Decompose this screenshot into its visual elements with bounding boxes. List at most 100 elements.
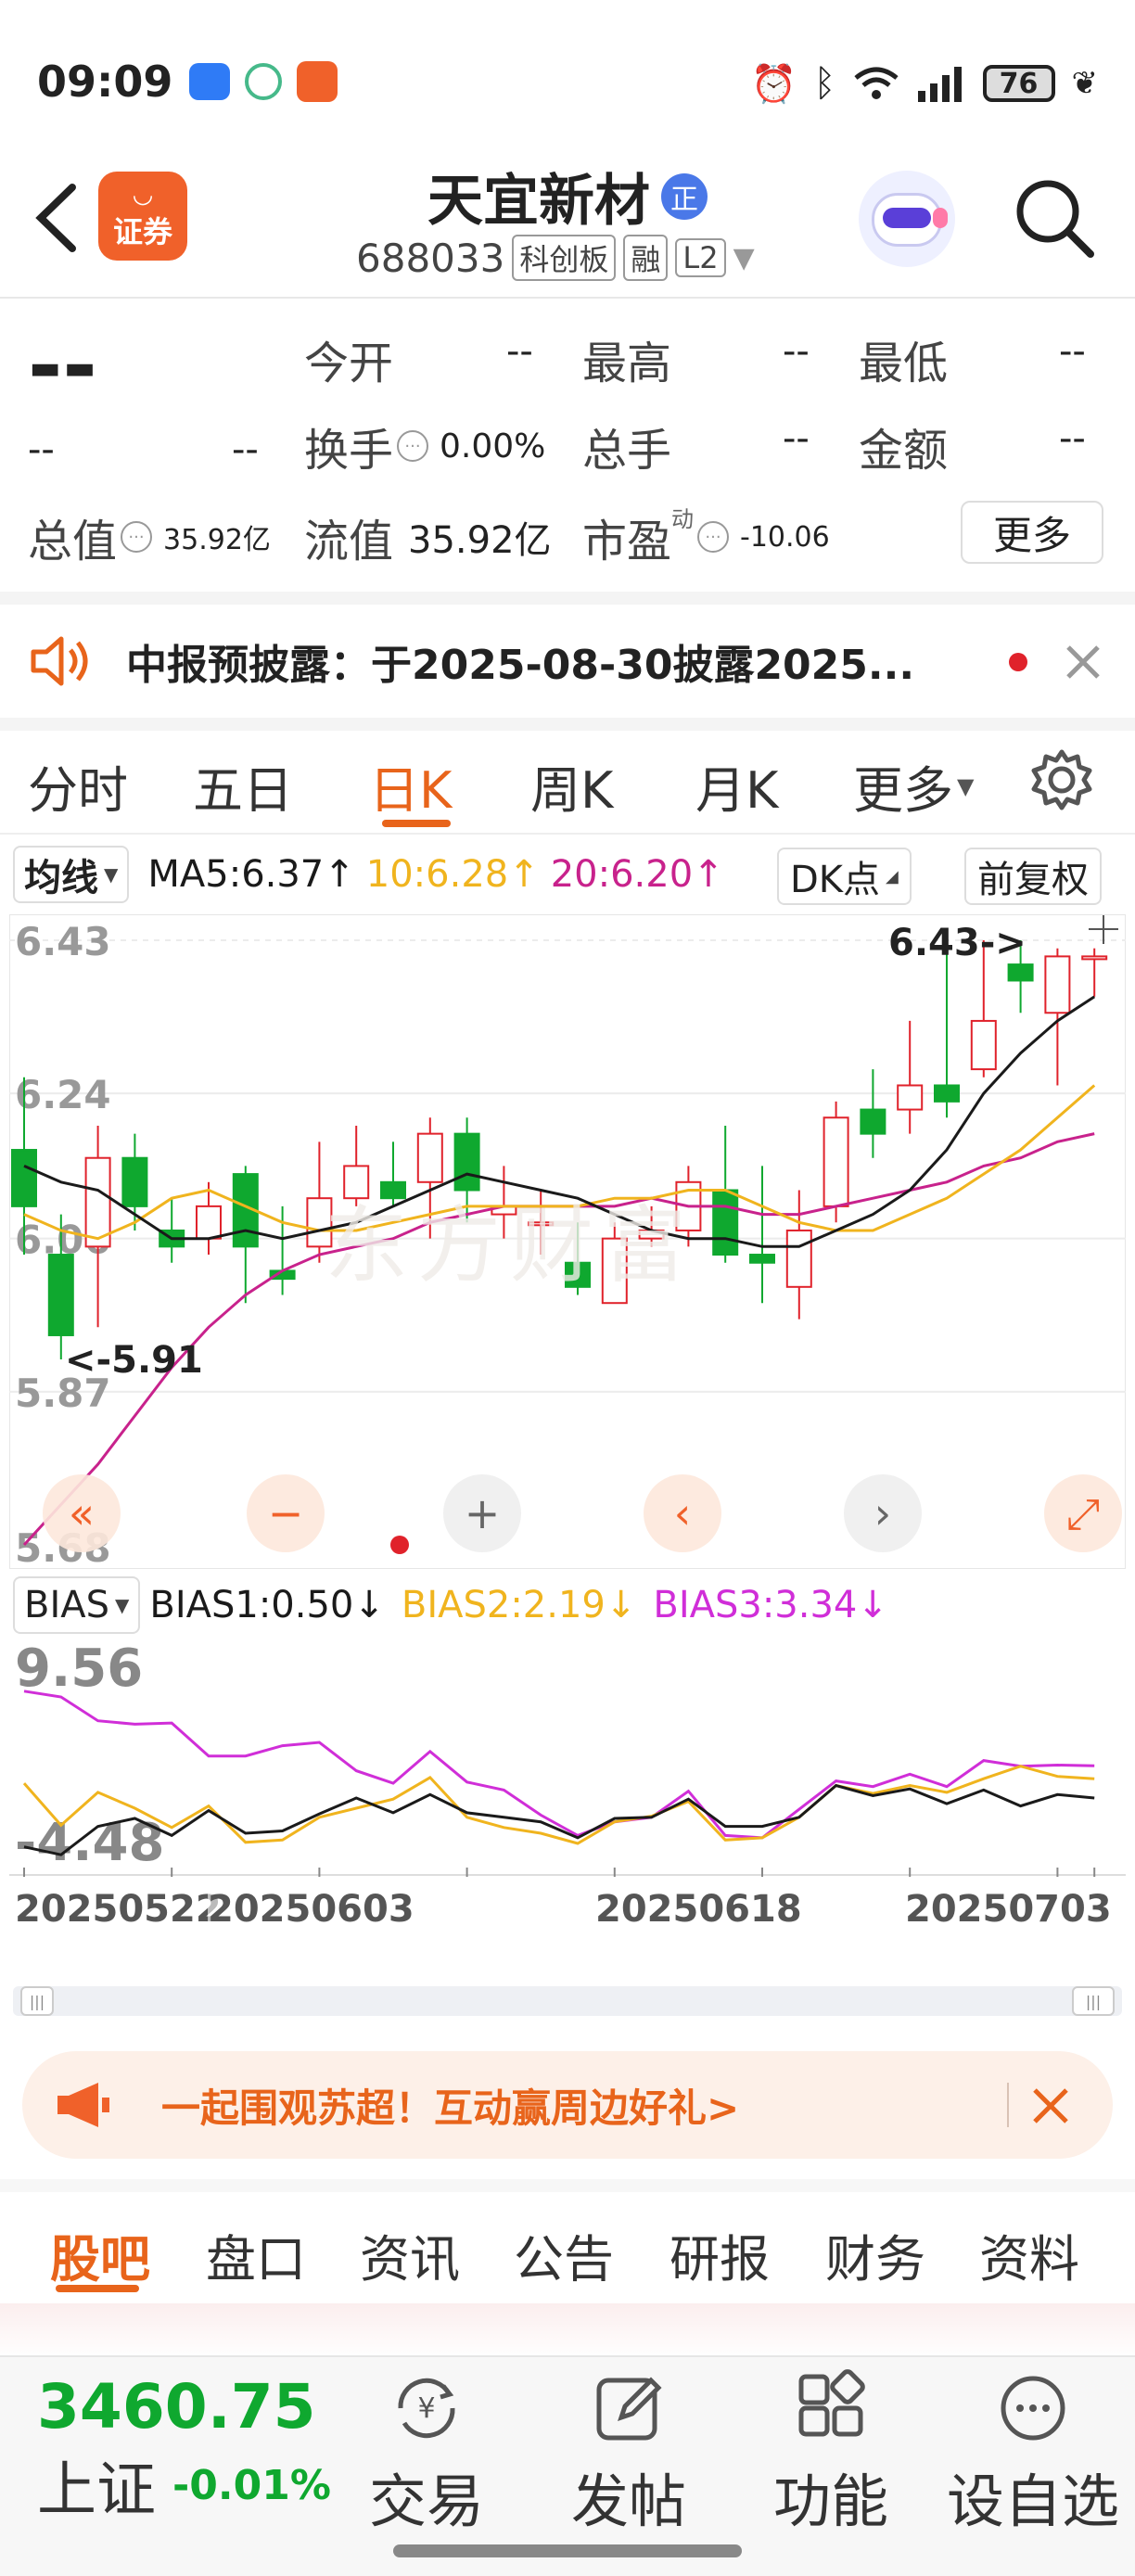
- arrow-down-icon: ↓: [605, 1584, 637, 1626]
- nav-post[interactable]: 发帖: [536, 2369, 721, 2538]
- ma-selector[interactable]: 均线 ▼: [13, 846, 130, 903]
- last-price: --: [28, 317, 97, 414]
- tab-more[interactable]: 更多 ▼: [853, 749, 974, 823]
- tab-weekly-k[interactable]: 周K: [530, 749, 613, 823]
- stock-code: 688033: [356, 235, 505, 281]
- mktcap-label: 总值: [28, 516, 118, 567]
- candle-body: [196, 1205, 222, 1240]
- tag-rong: 融: [623, 235, 669, 281]
- bias-selector[interactable]: BIAS ▼: [13, 1576, 141, 1634]
- turnover-value: 0.00%: [440, 427, 546, 465]
- info-dots-icon[interactable]: ···: [697, 521, 730, 553]
- candle-body: [785, 1229, 812, 1288]
- tab-announcements[interactable]: 公告: [514, 2218, 614, 2291]
- candle-body: [121, 1156, 148, 1207]
- nav-post-label: 发帖: [570, 2468, 686, 2535]
- nav-functions-label: 功能: [772, 2468, 888, 2535]
- index-ticker[interactable]: 3460.75 上证 -0.01%: [37, 2374, 331, 2528]
- volume-value: --: [783, 417, 810, 460]
- date-label: 20250603: [208, 1888, 414, 1931]
- candle-body: [47, 1254, 74, 1336]
- candle-body: [84, 1156, 111, 1248]
- red-indicator-dot: [390, 1536, 409, 1554]
- ai-assistant-avatar[interactable]: [859, 171, 955, 267]
- info-dots-icon[interactable]: ···: [121, 521, 153, 553]
- promo-divider: [1007, 2083, 1009, 2127]
- notice-bar[interactable]: 中报预披露：于2025-08-30披露2025...: [28, 605, 1107, 718]
- tabs-divider: [0, 833, 1135, 835]
- leaf-icon: ❦: [1071, 65, 1099, 102]
- scroll-handle-left[interactable]: |||: [20, 1986, 54, 2016]
- minus-icon: −: [268, 1488, 304, 1538]
- tab-finance[interactable]: 财务: [825, 2218, 925, 2291]
- pe-group: 市盈 动 ··· -10.06: [582, 504, 830, 569]
- date-axis: 20250522 20250603 20250618 20250703: [0, 1882, 1135, 1938]
- ma-selector-label: 均线: [24, 857, 98, 899]
- tab-monthly-k[interactable]: 月K: [695, 749, 778, 823]
- notice-text: 中报预披露：于2025-08-30披露2025...: [126, 642, 915, 689]
- info-dots-icon[interactable]: ···: [397, 430, 429, 462]
- index-name: 上证: [37, 2456, 156, 2525]
- stock-code-row: 688033 科创板 融 L2 ▼: [356, 232, 755, 284]
- feed-peek: [0, 2303, 1135, 2359]
- candle-body: [823, 1116, 849, 1207]
- tab-pankou[interactable]: 盘口: [206, 2218, 306, 2291]
- float-label: 流值: [304, 516, 394, 567]
- promo-text: 一起围观苏超！互动赢周边好礼>: [161, 2085, 740, 2131]
- svg-text:¥: ¥: [417, 2392, 435, 2425]
- more-button[interactable]: 更多: [961, 501, 1103, 564]
- nav-add-watchlist[interactable]: 设自选: [940, 2369, 1126, 2538]
- tab-timeshare[interactable]: 分时: [28, 749, 128, 823]
- active-tab-indicator: [382, 820, 451, 827]
- settings-gear-icon[interactable]: [1029, 747, 1094, 812]
- arrow-down-icon: ↓: [353, 1584, 385, 1626]
- tab-research[interactable]: 研报: [670, 2218, 770, 2291]
- range-scrollbar[interactable]: ||| |||: [13, 1986, 1122, 2016]
- tab-daily-k[interactable]: 日K: [369, 749, 452, 823]
- tab-profile[interactable]: 资料: [979, 2218, 1079, 2291]
- tab-guba[interactable]: 股吧: [50, 2218, 150, 2291]
- ma5-readout: MA5:6.37: [147, 853, 325, 896]
- tab-news[interactable]: 资讯: [360, 2218, 460, 2291]
- price-change-pct: --: [232, 428, 259, 471]
- stock-name: 天宜新材: [427, 169, 650, 234]
- content-tabs: 股吧 盘口 资讯 公告 研报 财务 资料: [0, 2192, 1135, 2302]
- adjust-mode-button[interactable]: 前复权: [964, 848, 1102, 905]
- bluetooth-icon: ᛒ: [813, 62, 836, 105]
- close-icon[interactable]: [1029, 2085, 1072, 2127]
- more-icon: [1001, 2376, 1065, 2441]
- candle-body: [712, 1189, 739, 1256]
- y-axis-label: 6.43: [15, 919, 111, 964]
- dk-point-button[interactable]: DK点 ◢: [777, 848, 912, 905]
- date-label: 20250703: [905, 1888, 1112, 1931]
- bias-chart[interactable]: 9.56-4.48: [9, 1639, 1126, 1879]
- caret-down-icon[interactable]: ▼: [733, 242, 755, 274]
- grid-icon: [798, 2369, 865, 2437]
- close-icon[interactable]: [1063, 642, 1103, 682]
- candle-body: [11, 1149, 37, 1207]
- float-value: 35.92亿: [408, 519, 552, 562]
- yen-exchange-icon: ¥: [398, 2378, 455, 2439]
- bias2-line: [22, 1765, 1095, 1845]
- high-value: --: [783, 330, 810, 373]
- header-divider: [0, 297, 1135, 299]
- tab-five-day[interactable]: 五日: [193, 749, 293, 823]
- scroll-handle-right[interactable]: |||: [1072, 1986, 1115, 2016]
- section-divider: [0, 2179, 1135, 2192]
- stock-title-row: 天宜新材 正: [0, 156, 1135, 236]
- min-price-annotation: <-5.91: [65, 1339, 203, 1382]
- unread-dot: [1009, 653, 1027, 671]
- battery-icon: 76: [982, 65, 1055, 102]
- turnover-label: 换手: [304, 425, 394, 477]
- active-tab-indicator: [56, 2285, 139, 2292]
- status-bar: 09:09: [37, 54, 338, 109]
- promo-banner[interactable]: 一起围观苏超！互动赢周边好礼>: [22, 2051, 1113, 2159]
- nav-functions[interactable]: 功能: [738, 2369, 924, 2538]
- nav-trade[interactable]: ¥ 交易: [334, 2369, 519, 2538]
- home-indicator: [393, 2544, 742, 2557]
- search-button[interactable]: [1011, 174, 1100, 267]
- candle-body: [897, 1084, 924, 1111]
- date-label: 20250618: [595, 1888, 802, 1931]
- mktcap-value: 35.92亿: [163, 524, 271, 556]
- turnover-group: 换手 ··· 0.00%: [304, 414, 545, 478]
